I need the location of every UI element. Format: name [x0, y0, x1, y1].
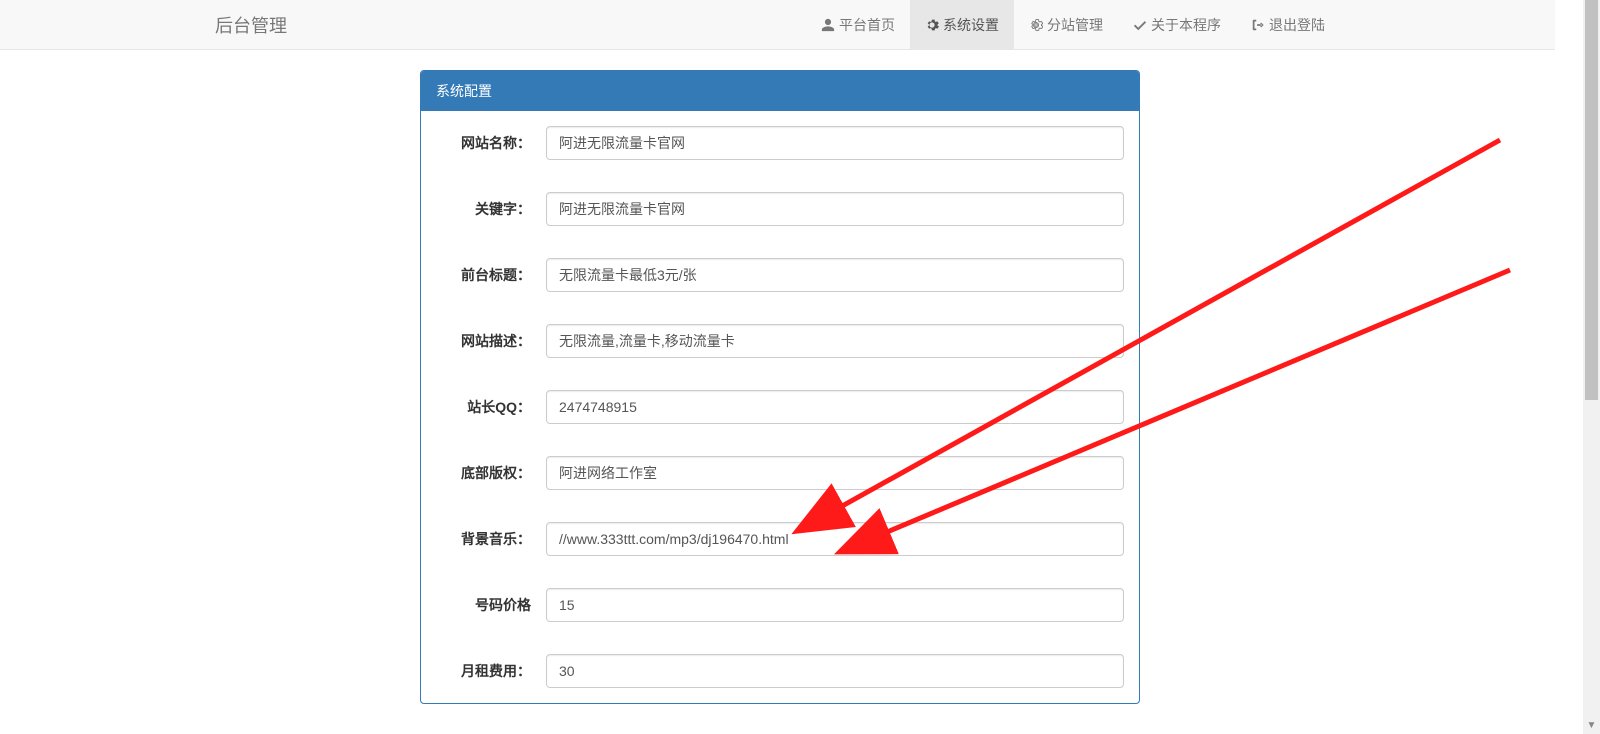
nav-substation[interactable]: 分站管理	[1014, 0, 1118, 50]
label-bg-music: 背景音乐：	[436, 529, 546, 549]
logout-icon	[1251, 18, 1265, 32]
label-front-title: 前台标题：	[436, 265, 546, 285]
nav-substation-label: 分站管理	[1047, 15, 1103, 35]
row-description: 网站描述：	[436, 324, 1124, 358]
input-admin-qq[interactable]	[546, 390, 1124, 424]
label-admin-qq: 站长QQ：	[436, 397, 546, 417]
main-container: 系统配置 网站名称： 关键字： 前台标题： 网站描述：	[420, 70, 1140, 704]
input-keywords[interactable]	[546, 192, 1124, 226]
nav-logout[interactable]: 退出登陆	[1236, 0, 1340, 50]
config-panel: 系统配置 网站名称： 关键字： 前台标题： 网站描述：	[420, 70, 1140, 704]
user-icon	[821, 18, 835, 32]
nav-home-label: 平台首页	[839, 15, 895, 35]
row-front-title: 前台标题：	[436, 258, 1124, 292]
input-description[interactable]	[546, 324, 1124, 358]
input-front-title[interactable]	[546, 258, 1124, 292]
label-description: 网站描述：	[436, 331, 546, 351]
panel-title: 系统配置	[421, 71, 1139, 111]
top-navbar: 后台管理 平台首页 系统设置 分站管理	[0, 0, 1555, 50]
nav-about[interactable]: 关于本程序	[1118, 0, 1236, 50]
scroll-down-icon[interactable]: ▼	[1583, 717, 1600, 734]
nav-about-label: 关于本程序	[1151, 15, 1221, 35]
input-bg-music[interactable]	[546, 522, 1124, 556]
brand-title: 后台管理	[200, 12, 302, 38]
label-keywords: 关键字：	[436, 199, 546, 219]
label-monthly-fee: 月租费用：	[436, 661, 546, 681]
panel-body: 网站名称： 关键字： 前台标题： 网站描述： 站长QQ：	[421, 111, 1139, 703]
label-site-name: 网站名称：	[436, 133, 546, 153]
label-footer-copy: 底部版权：	[436, 463, 546, 483]
scrollbar-vertical[interactable]: ▲ ▼	[1583, 0, 1600, 734]
check-icon	[1133, 18, 1147, 32]
gear-icon	[925, 18, 939, 32]
input-footer-copy[interactable]	[546, 456, 1124, 490]
nav-menu: 平台首页 系统设置 分站管理 关于本程序	[806, 0, 1340, 50]
input-monthly-fee[interactable]	[546, 654, 1124, 688]
nav-logout-label: 退出登陆	[1269, 15, 1325, 35]
row-site-name: 网站名称：	[436, 126, 1124, 160]
row-keywords: 关键字：	[436, 192, 1124, 226]
nav-system-settings[interactable]: 系统设置	[910, 0, 1014, 50]
label-number-price: 号码价格	[436, 595, 546, 615]
scrollbar-thumb[interactable]	[1585, 0, 1598, 400]
row-bg-music: 背景音乐：	[436, 522, 1124, 556]
row-admin-qq: 站长QQ：	[436, 390, 1124, 424]
nav-home[interactable]: 平台首页	[806, 0, 910, 50]
row-number-price: 号码价格	[436, 588, 1124, 622]
nav-system-label: 系统设置	[943, 15, 999, 35]
input-site-name[interactable]	[546, 126, 1124, 160]
row-footer-copy: 底部版权：	[436, 456, 1124, 490]
input-number-price[interactable]	[546, 588, 1124, 622]
gear-outline-icon	[1029, 18, 1043, 32]
row-monthly-fee: 月租费用：	[436, 654, 1124, 688]
